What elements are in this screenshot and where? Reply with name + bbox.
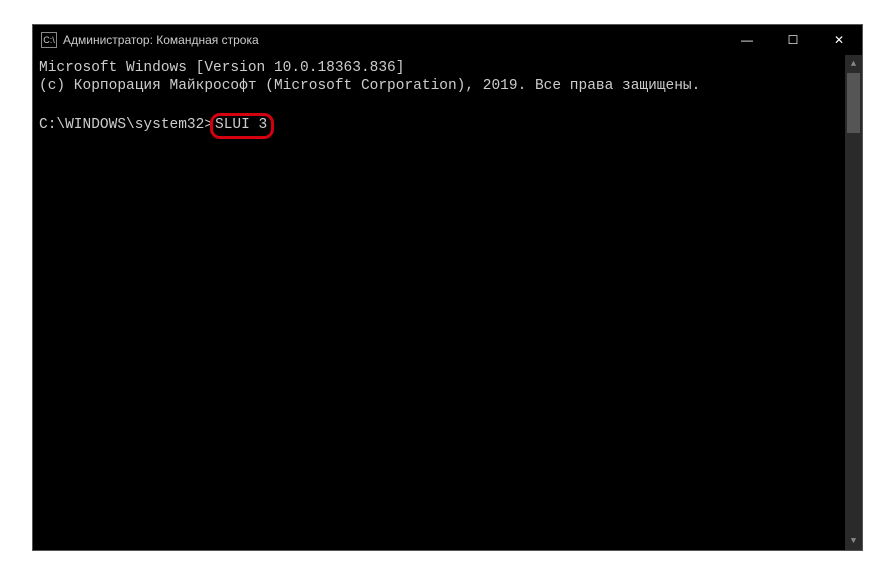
scrollbar-up-arrow[interactable]: ▲ [845, 55, 862, 73]
terminal-line-1: Microsoft Windows [Version 10.0.18363.83… [39, 59, 856, 77]
terminal-area[interactable]: Microsoft Windows [Version 10.0.18363.83… [33, 55, 862, 550]
prompt-text: C:\WINDOWS\system32> [39, 117, 213, 133]
cmd-window: C:\ Администратор: Командная строка — ☐ … [32, 24, 863, 551]
command-highlight: SLUI 3 [210, 113, 274, 138]
minimize-button[interactable]: — [724, 25, 770, 55]
window-title: Администратор: Командная строка [63, 33, 724, 47]
titlebar[interactable]: C:\ Администратор: Командная строка — ☐ … [33, 25, 862, 55]
command-text: SLUI 3 [215, 117, 267, 133]
scrollbar-thumb[interactable] [847, 73, 860, 133]
maximize-button[interactable]: ☐ [770, 25, 816, 55]
window-controls: — ☐ ✕ [724, 25, 862, 55]
terminal-line-2: (c) Корпорация Майкрософт (Microsoft Cor… [39, 77, 856, 95]
vertical-scrollbar[interactable]: ▲ ▼ [845, 55, 862, 550]
terminal-blank [39, 95, 856, 113]
cmd-icon-label: C:\ [43, 35, 55, 45]
scrollbar-down-arrow[interactable]: ▼ [845, 532, 862, 550]
close-button[interactable]: ✕ [816, 25, 862, 55]
cmd-icon: C:\ [41, 32, 57, 48]
terminal-prompt-line: C:\WINDOWS\system32>SLUI 3 [39, 113, 856, 138]
